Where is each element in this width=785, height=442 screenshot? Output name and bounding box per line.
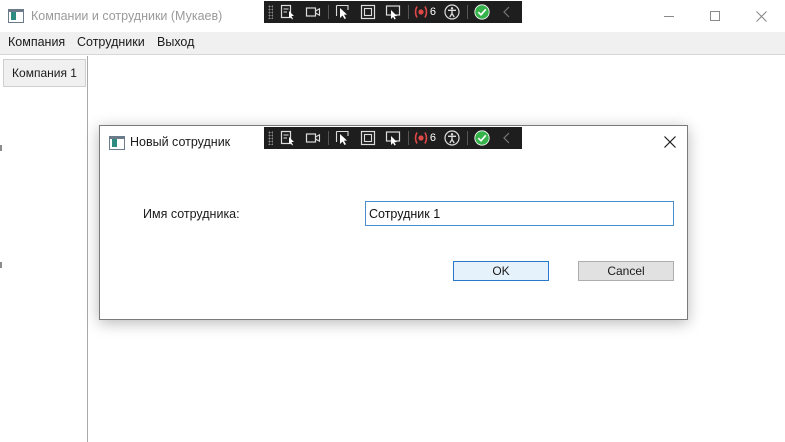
app-window-icon [8,9,24,23]
edge-mark [0,262,2,268]
binding-failures-icon [414,6,428,18]
select-element-icon[interactable] [278,129,298,147]
close-icon [664,136,676,148]
toolbar-separator [467,131,469,145]
minimize-button[interactable] [646,0,692,32]
dialog-close-button[interactable] [658,133,682,151]
employee-name-label: Имя сотрудника: [143,207,240,221]
display-layout-icon[interactable] [358,3,378,21]
close-window-button[interactable] [738,0,784,32]
video-record-icon[interactable] [303,129,323,147]
toolbar-separator [327,5,329,19]
binding-failures-indicator[interactable]: 6 [413,4,436,20]
dialog-window-icon [109,136,125,150]
ok-button[interactable]: OK [453,261,549,281]
pointer-select-icon[interactable] [333,129,353,147]
companies-panel: Компания 1 [0,56,88,442]
check-icon[interactable] [472,3,492,21]
collapse-chevron-icon[interactable] [497,3,517,21]
menu-exit[interactable]: Выход [157,35,194,49]
maximize-icon [710,11,720,21]
binding-failures-indicator[interactable]: 6 [413,130,436,146]
check-icon[interactable] [472,129,492,147]
debug-toolbar-main: 6 [264,1,522,23]
toolbar-grip-icon[interactable] [268,131,273,145]
menu-employees[interactable]: Сотрудники [77,35,145,49]
pointer-select-icon[interactable] [333,3,353,21]
employee-name-input[interactable] [365,201,674,226]
binding-failures-icon [414,132,428,144]
minimize-icon [664,15,674,17]
close-icon [755,10,767,22]
accessibility-icon[interactable] [442,129,462,147]
menu-company[interactable]: Компания [8,35,65,49]
toolbar-separator [467,5,469,19]
accessibility-icon[interactable] [442,3,462,21]
video-record-icon[interactable] [303,3,323,21]
toolbar-separator [407,5,409,19]
toolbar-separator [407,131,409,145]
new-employee-dialog: Новый сотрудник Имя сотрудника: OK Cance… [99,125,688,320]
collapse-chevron-icon[interactable] [497,129,517,147]
binding-failures-count: 6 [429,132,437,144]
binding-failures-count: 6 [429,6,437,18]
edge-mark [0,145,2,151]
cancel-button[interactable]: Cancel [578,261,674,281]
toolbar-separator [327,131,329,145]
company-tab[interactable]: Компания 1 [3,59,86,87]
debug-toolbar-dialog: 6 [264,127,522,149]
maximize-button[interactable] [692,0,738,32]
toolbar-grip-icon[interactable] [268,5,273,19]
track-focus-icon[interactable] [383,129,403,147]
track-focus-icon[interactable] [383,3,403,21]
menu-bar: Компания Сотрудники Выход [0,32,785,55]
select-element-icon[interactable] [278,3,298,21]
display-layout-icon[interactable] [358,129,378,147]
window-title: Компании и сотрудники (Мукаев) [31,9,223,23]
dialog-title: Новый сотрудник [130,135,231,149]
